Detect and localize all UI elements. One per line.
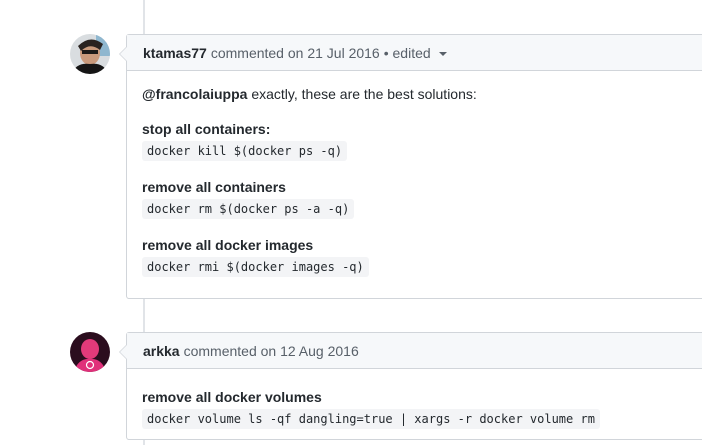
chevron-down-icon[interactable] [438,52,447,56]
section-title: remove all containers [142,179,286,195]
comment-intro: @francolaiuppa exactly, these are the be… [142,84,702,104]
code-snippet: docker rm $(docker ps -a -q) [142,199,355,219]
user-avatar-icon [70,34,110,74]
intro-text: exactly, these are the best solutions: [247,86,477,102]
user-mention[interactable]: @francolaiuppa [142,86,247,102]
code-snippet: docker kill $(docker ps -q) [142,141,348,161]
comment-author[interactable]: ktamas77 [143,45,207,61]
edited-indicator[interactable]: • edited [384,45,431,61]
comment-header: arkka commented on 12 Aug 2016 [127,333,702,369]
comment-header: ktamas77 commented on 21 Jul 2016 • edit… [127,35,702,71]
comment-author[interactable]: arkka [143,343,180,359]
code-snippet: docker rmi $(docker images -q) [142,257,369,277]
comment-timestamp[interactable]: commented on 21 Jul 2016 [211,45,380,61]
code-snippet: docker volume ls -qf dangling=true | xar… [142,409,600,429]
issue-timeline: ktamas77 commented on 21 Jul 2016 • edit… [0,0,702,445]
comment-card: ktamas77 commented on 21 Jul 2016 • edit… [119,34,702,299]
section-title: stop all containers: [142,121,271,137]
avatar[interactable] [70,34,110,74]
avatar[interactable] [70,332,110,372]
user-avatar-icon [70,332,110,372]
comment-card: arkka commented on 12 Aug 2016 remove al… [119,332,702,440]
timeline-line [143,299,145,332]
timeline-line [143,0,145,34]
comment-timestamp[interactable]: commented on 12 Aug 2016 [184,343,359,359]
section-title: remove all docker volumes [142,389,322,405]
section-title: remove all docker images [142,237,314,253]
comment-body: remove all docker volumes docker volume … [127,369,702,445]
comment-body: @francolaiuppa exactly, these are the be… [127,71,702,293]
